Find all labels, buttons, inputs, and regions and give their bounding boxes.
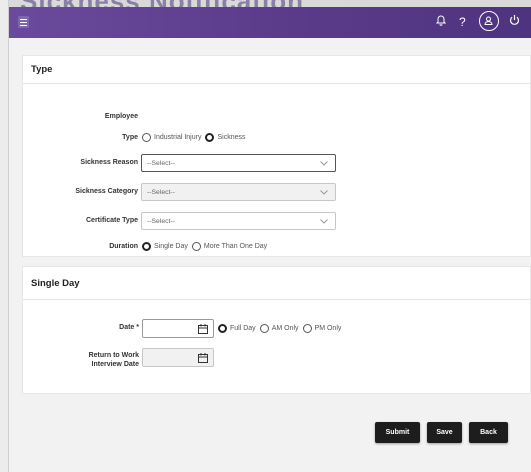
date-input[interactable] [142, 319, 214, 338]
power-icon[interactable] [509, 14, 520, 30]
single-day-card: Single Day Date * Full Day AM Only PM On… [22, 266, 531, 394]
save-button[interactable]: Save [427, 422, 462, 443]
sickness-reason-value: --Select-- [147, 160, 175, 167]
radio-label-more-than-one-day: More Than One Day [203, 243, 268, 250]
radio-label-single-day: Single Day [154, 243, 188, 250]
radio-label-full-day: Full Day [230, 325, 256, 332]
type-card: Type Employee Type Industrial Injury Sic… [22, 55, 531, 257]
main-content: Type Employee Type Industrial Injury Sic… [9, 38, 531, 472]
chevron-down-icon [320, 219, 328, 224]
day-part-radio-group: Full Day AM Only PM Only [218, 324, 345, 333]
radio-single-day[interactable] [142, 242, 151, 251]
date-label: Date * [119, 324, 139, 331]
duration-radio-group: Single Day More Than One Day [142, 242, 271, 251]
top-bar: ? [9, 7, 531, 38]
bell-icon[interactable] [435, 14, 447, 30]
rtw-label-line1: Return to Work [88, 352, 139, 359]
single-day-section-title: Single Day [23, 267, 530, 300]
calendar-icon[interactable] [198, 353, 208, 363]
radio-am-only[interactable] [259, 324, 269, 333]
radio-label-pm-only: PM Only [314, 325, 342, 332]
chevron-down-icon [320, 161, 328, 166]
type-section-title: Type [23, 56, 530, 84]
certificate-type-select[interactable]: --Select-- [141, 212, 336, 230]
radio-more-than-one-day[interactable] [191, 242, 201, 251]
rtw-interview-date-label: Return to Work Interview Date [53, 351, 139, 369]
type-label: Type [122, 134, 138, 141]
radio-label-sickness: Sickness [217, 134, 246, 141]
duration-label: Duration [109, 243, 138, 250]
user-circle-icon[interactable] [479, 11, 499, 31]
certificate-type-value: --Select-- [147, 218, 175, 225]
sickness-category-select[interactable]: --Select-- [141, 183, 336, 201]
radio-pm-only[interactable] [302, 324, 312, 333]
employee-label: Employee [104, 113, 138, 120]
sickness-category-value: --Select-- [147, 189, 175, 196]
type-radio-group: Industrial Injury Sickness [142, 133, 249, 142]
radio-label-industrial-injury: Industrial Injury [154, 134, 202, 141]
rtw-label-line2: Interview Date [91, 361, 139, 368]
certificate-type-label: Certificate Type [86, 217, 138, 224]
sickness-category-label: Sickness Category [75, 188, 138, 195]
sickness-reason-label: Sickness Reason [80, 159, 138, 166]
left-edge-strip [0, 0, 9, 472]
rtw-interview-date-input[interactable] [142, 348, 214, 367]
hamburger-icon[interactable] [18, 16, 29, 28]
help-icon[interactable]: ? [459, 14, 466, 30]
radio-label-am-only: AM Only [271, 325, 299, 332]
radio-industrial-injury[interactable] [142, 133, 151, 142]
radio-full-day[interactable] [218, 324, 227, 333]
chevron-down-icon [320, 190, 328, 195]
submit-button[interactable]: Submit [375, 422, 420, 443]
radio-sickness[interactable] [205, 133, 215, 142]
calendar-icon[interactable] [198, 324, 208, 334]
back-button[interactable]: Back [469, 422, 508, 443]
sickness-reason-select[interactable]: --Select-- [141, 154, 336, 172]
